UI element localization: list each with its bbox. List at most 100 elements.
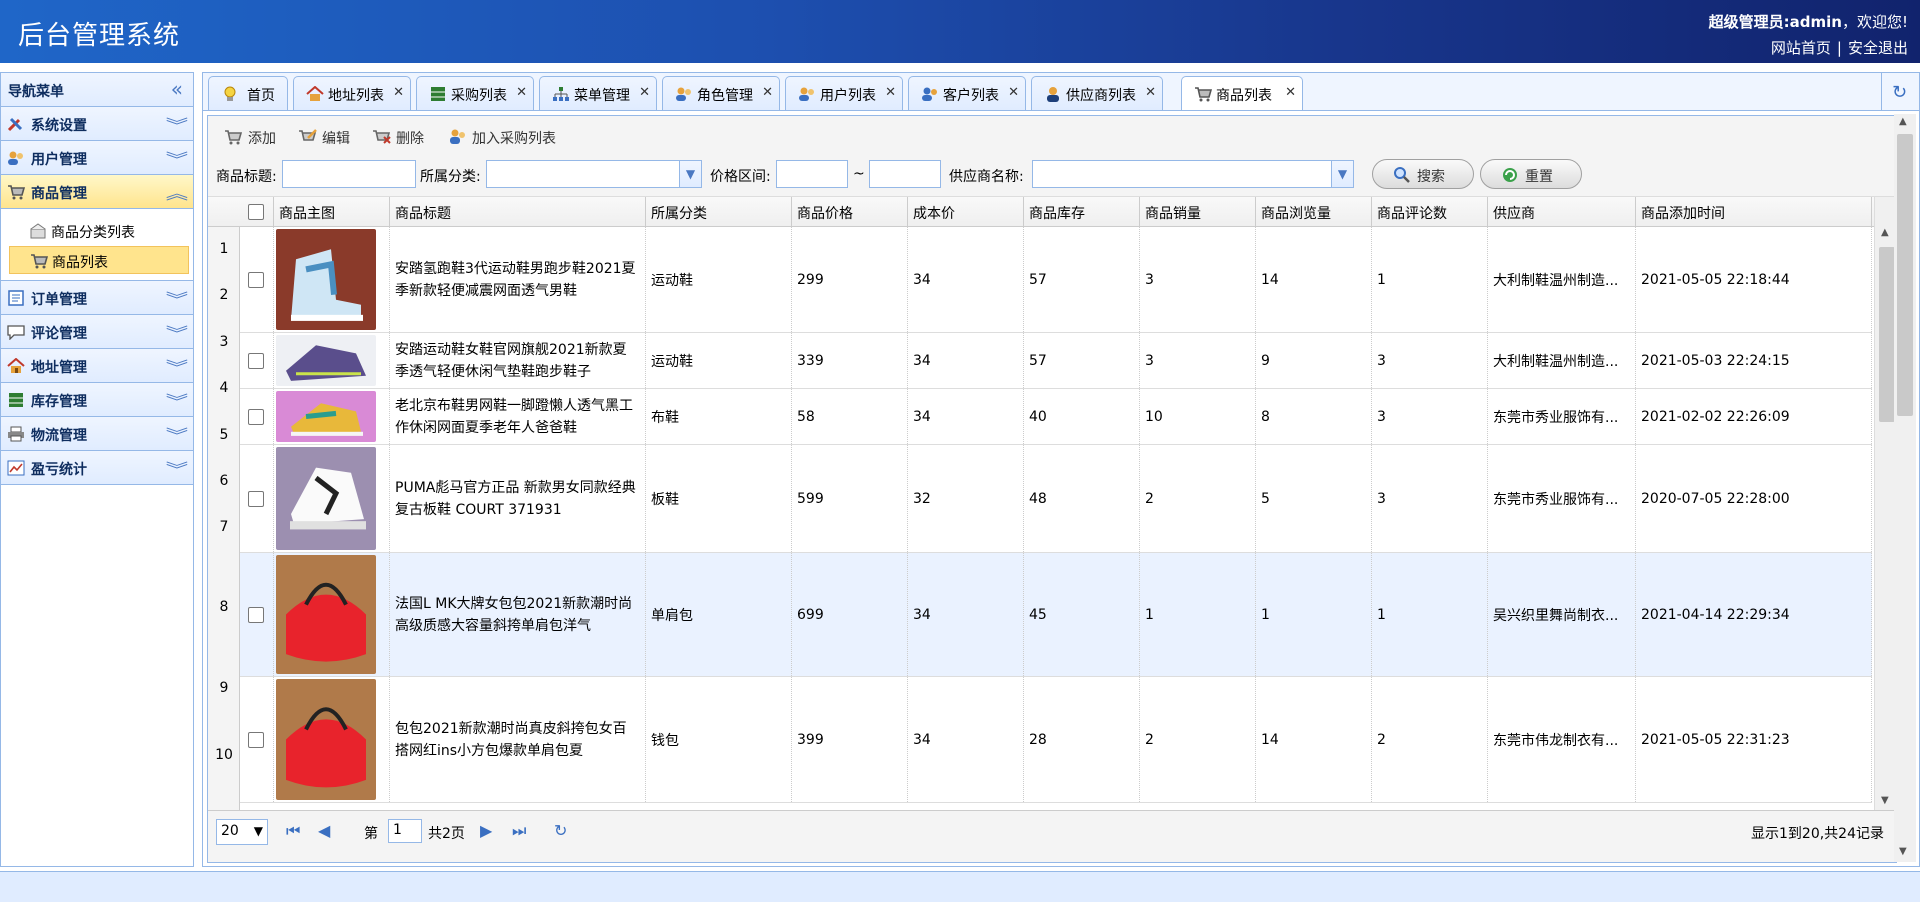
supplier-cell: 吴兴织里舞尚制衣... [1488,553,1636,676]
last-page-icon[interactable]: ⏭ [512,821,526,841]
row-checkbox[interactable] [248,606,264,623]
tab-address-list[interactable]: 地址列表 ✕ [293,76,411,110]
tab-customer-list[interactable]: 客户列表 ✕ [908,76,1026,110]
refresh-icon[interactable]: ↻ [554,821,567,840]
column-header[interactable]: 商品评论数 [1372,197,1488,227]
row-checkbox[interactable] [248,731,264,748]
delete-label: 删除 [396,131,424,147]
close-icon[interactable]: ✕ [516,85,527,100]
tab-supplier-list[interactable]: 供应商列表 ✕ [1031,76,1163,110]
link-separator: | [1836,39,1842,57]
delete-cart-icon [373,130,391,144]
scrollbar-thumb[interactable] [1897,134,1913,416]
menu-label: 评论管理 [31,326,87,342]
menu-label: 用户管理 [31,152,87,168]
tab-user-list[interactable]: 用户列表 ✕ [785,76,903,110]
product-title-cell: 法国L MK大牌女包包2021新款潮时尚高级质感大容量斜挎单肩包洋气 [390,553,646,676]
record-info: 显示1到20,共24记录 [1751,826,1884,842]
tab-role-management[interactable]: 角色管理 ✕ [662,76,780,110]
close-icon[interactable]: ✕ [1008,85,1019,100]
table-row[interactable]: PUMA彪马官方正品 新款男女同款经典复古板鞋 COURT 371931 板鞋 … [240,445,1872,553]
edit-button[interactable]: 编辑 [298,127,358,149]
menu-product-management[interactable]: 商品管理 ︽ [1,175,193,209]
price-cell: 699 [792,553,908,676]
page-size-select[interactable]: 20 ▼ [216,819,268,845]
prev-page-icon[interactable]: ◀ [318,821,330,840]
column-header[interactable]: 成本价 [908,197,1024,227]
chevron-down-icon: ︾ [165,426,189,445]
price-max-input[interactable] [869,160,941,188]
menu-order-management[interactable]: 订单管理 ︾ [1,281,193,315]
tab-menu-management[interactable]: 菜单管理 ✕ [539,76,657,110]
first-page-icon[interactable]: ⏮ [286,821,300,841]
tabs-refresh-button[interactable]: ↻ [1881,73,1919,110]
close-icon[interactable]: ✕ [1145,85,1156,100]
close-icon[interactable]: ✕ [639,85,650,100]
menu-profit-statistics[interactable]: 盈亏统计 ︾ [1,451,193,485]
menu-system-settings[interactable]: 系统设置 ︾ [1,107,193,141]
row-checkbox[interactable] [248,271,264,288]
add-button[interactable]: 添加 [224,127,284,149]
close-icon[interactable]: ✕ [1285,85,1296,100]
reset-button[interactable]: 重置 [1480,159,1582,189]
page-scrollbar[interactable]: ▲ ▼ [1894,114,1916,862]
scrollbar-thumb[interactable] [1879,247,1895,422]
column-header[interactable]: 商品库存 [1024,197,1140,227]
column-header[interactable]: 商品添加时间 [1636,197,1872,227]
scroll-down-icon[interactable]: ▼ [1899,846,1907,857]
close-icon[interactable]: ✕ [393,85,404,100]
tab-home[interactable]: 首页 [208,76,288,110]
column-header[interactable]: 供应商 [1488,197,1636,227]
logout-link[interactable]: 安全退出 [1848,39,1908,57]
column-header[interactable]: 所属分类 [646,197,792,227]
title-filter-input[interactable] [282,160,416,188]
next-page-icon[interactable]: ▶ [480,821,492,840]
product-thumbnail [276,229,376,330]
submenu-product-list[interactable]: 商品列表 [9,246,189,274]
select-all-checkbox[interactable] [248,204,264,220]
column-header[interactable]: 商品销量 [1140,197,1256,227]
delete-button[interactable]: 删除 [372,127,432,149]
category-cell: 布鞋 [646,389,792,444]
scroll-down-icon[interactable]: ▼ [1881,795,1889,806]
users-icon [450,129,465,144]
site-home-link[interactable]: 网站首页 [1771,39,1831,57]
close-icon[interactable]: ✕ [762,85,773,100]
row-checkbox[interactable] [248,490,264,507]
row-checkbox[interactable] [248,408,264,425]
close-icon[interactable]: ✕ [885,85,896,100]
tab-purchase-list[interactable]: 采购列表 ✕ [416,76,534,110]
supplier-filter-select[interactable]: ▼ [1032,160,1354,188]
tab-product-list[interactable]: 商品列表 ✕ [1181,76,1303,111]
row-checkbox[interactable] [248,352,264,369]
collapse-sidebar-icon[interactable]: « [171,77,183,101]
category-filter-select[interactable]: ▼ [486,160,702,188]
page-number-input[interactable]: 1 [388,819,422,843]
table-row[interactable]: 包包2021新款潮时尚真皮斜挎包女百搭网红ins小方包爆款单肩包夏 钱包 399… [240,677,1872,803]
product-list-panel: 添加 编辑 删除 加入采购列表 商品标题: 所属分类: ▼ 价格区间: ~ 供应… [207,115,1898,863]
scroll-up-icon[interactable]: ▲ [1881,227,1889,238]
select-all-cell [240,197,274,227]
table-row[interactable]: 安踏运动鞋女鞋官网旗舰2021新款夏季透气轻便休闲气垫鞋跑步鞋子 运动鞋 339… [240,333,1872,389]
table-row[interactable]: 法国L MK大牌女包包2021新款潮时尚高级质感大容量斜挎单肩包洋气 单肩包 6… [240,553,1872,677]
column-header[interactable]: 商品价格 [792,197,908,227]
search-button[interactable]: 搜索 [1372,159,1474,189]
supplier-cell: 大利制鞋温州制造... [1488,333,1636,388]
product-thumbnail [276,555,376,674]
menu-address-management[interactable]: 地址管理 ︾ [1,349,193,383]
menu-logistics-management[interactable]: 物流管理 ︾ [1,417,193,451]
footer [0,871,1920,902]
price-min-input[interactable] [776,160,848,188]
submenu-category-list[interactable]: 商品分类列表 [9,217,189,245]
table-row[interactable]: 老北京布鞋男网鞋一脚蹬懒人透气黑工作休闲网面夏季老年人爸爸鞋 布鞋 58 34 … [240,389,1872,445]
column-header[interactable]: 商品浏览量 [1256,197,1372,227]
menu-comment-management[interactable]: 评论管理 ︾ [1,315,193,349]
scroll-up-icon[interactable]: ▲ [1899,116,1907,127]
main-panel: 添加 编辑 删除 加入采购列表 商品标题: 所属分类: ▼ 价格区间: ~ 供应… [202,110,1920,867]
add-purchase-button[interactable]: 加入采购列表 [448,127,568,149]
menu-inventory-management[interactable]: 库存管理 ︾ [1,383,193,417]
column-header[interactable]: 商品主图 [274,197,390,227]
menu-user-management[interactable]: 用户管理 ︾ [1,141,193,175]
table-row[interactable]: 安踏氢跑鞋3代运动鞋男跑步鞋2021夏季新款轻便减震网面透气男鞋 运动鞋 299… [240,227,1872,333]
column-header[interactable]: 商品标题 [390,197,646,227]
